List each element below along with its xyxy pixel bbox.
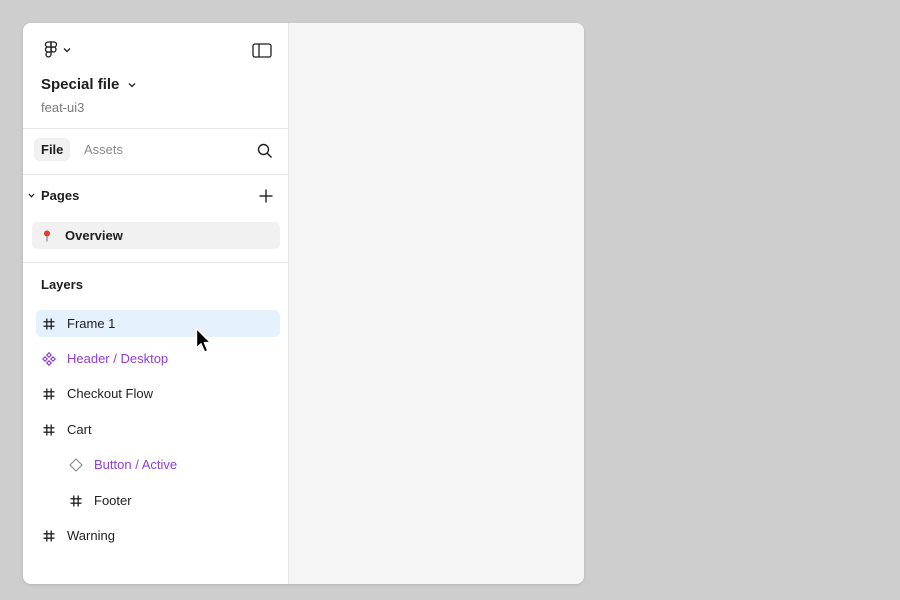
frame-icon [36,318,62,330]
frame-icon [36,388,62,400]
component-icon [36,351,62,366]
search-button[interactable] [254,140,276,162]
layer-item-label: Button / Active [94,457,178,472]
file-name: Special file [41,76,120,93]
search-icon [257,143,273,159]
sidebar-icon [252,42,272,58]
pin-icon [32,230,62,242]
layers-title: Layers [41,277,83,292]
frame-icon [63,495,89,507]
chevron-down-icon [128,82,136,88]
figma-logo-icon [44,41,58,59]
instance-icon [63,457,89,472]
divider [23,174,289,175]
tab-assets[interactable]: Assets [77,138,130,161]
layer-item-warning[interactable]: Warning [36,522,280,549]
layer-item-cart[interactable]: Cart [36,416,280,443]
layer-item-label: Checkout Flow [67,386,153,401]
layer-item-header-desktop[interactable]: Header / Desktop [36,345,280,372]
figma-window: Special file feat-ui3 File Assets Pages … [23,23,584,584]
layer-item-button-active[interactable]: Button / Active [63,451,280,478]
pages-title: Pages [41,188,80,203]
layer-item-label: Footer [94,493,132,508]
branch-name: feat-ui3 [41,100,85,115]
toggle-sidebar-button[interactable] [249,40,275,60]
chevron-down-icon [28,193,36,198]
divider [23,262,289,263]
tab-file[interactable]: File [34,138,71,161]
plus-icon [259,189,273,203]
pages-section-toggle[interactable]: Pages [28,188,79,203]
layer-item-label: Header / Desktop [67,351,169,366]
layer-item-checkout-flow[interactable]: Checkout Flow [36,380,280,407]
layer-item-label: Frame 1 [67,316,116,331]
design-canvas[interactable] [289,23,584,584]
page-item-label: Overview [65,228,123,243]
main-menu-button[interactable] [40,40,74,60]
add-page-button[interactable] [255,185,277,207]
file-name-button[interactable]: Special file [41,76,136,93]
left-sidebar: Special file feat-ui3 File Assets Pages … [23,23,289,584]
frame-icon [36,530,62,542]
divider [23,128,289,129]
layer-item-label: Cart [67,422,92,437]
layer-item-frame-1[interactable]: Frame 1 [36,310,280,337]
page-item-overview[interactable]: Overview [32,222,280,249]
layer-item-footer[interactable]: Footer [63,487,280,514]
chevron-down-icon [63,47,71,53]
layer-item-label: Warning [67,528,115,543]
frame-icon [36,424,62,436]
